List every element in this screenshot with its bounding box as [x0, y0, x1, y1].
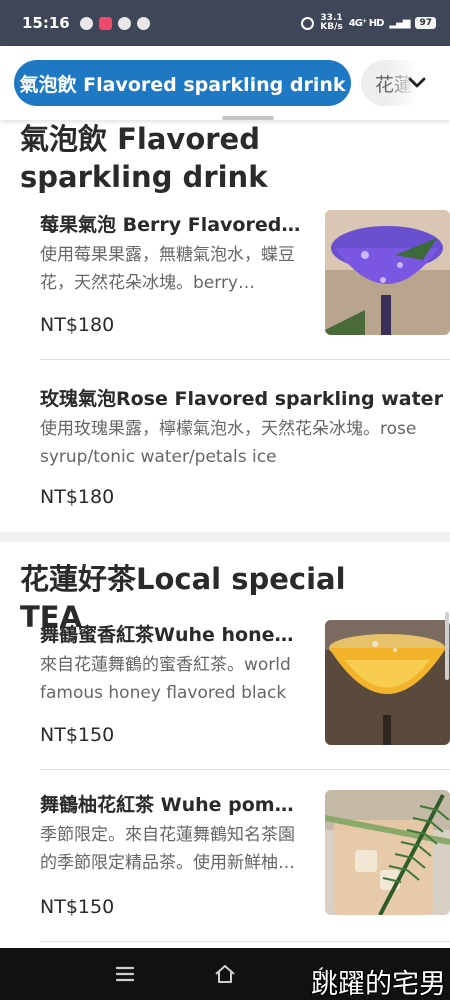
item-price: NT$180	[40, 314, 115, 336]
network-type: 4G⁺ HD	[348, 17, 385, 29]
item-description: 季節限定。來自花蓮舞鶴知名茶園的季節限定精品茶。使用新鮮柚…	[40, 825, 295, 873]
battery-level: 97	[415, 17, 436, 29]
page-scrollbar[interactable]	[445, 612, 449, 680]
item-name: 舞鶴蜜香紅茶Wuhe honey flavored black tea	[40, 624, 302, 646]
item-price: NT$180	[40, 486, 115, 508]
item-photo[interactable]	[325, 790, 450, 915]
item-name: 玫瑰氣泡Rose Flavored sparkling water	[40, 388, 443, 410]
alarm-icon	[301, 16, 315, 30]
line-icon	[79, 16, 93, 30]
item-price: NT$150	[40, 896, 115, 918]
menu-item[interactable]: 莓果氣泡 Berry Flavored sparkling water 使用莓果…	[40, 210, 450, 360]
honey-tea-image	[325, 620, 450, 745]
item-price: NT$150	[40, 724, 115, 746]
section-divider	[0, 532, 450, 542]
status-time: 15:16	[22, 14, 70, 32]
menu-item[interactable]: 舞鶴柚花紅茶 Wuhe pomelo flower black tea 季節限定…	[40, 790, 450, 942]
item-description: 使用莓果果露，無糖氣泡水，蝶豆花，天然花朵冰塊。berry…	[40, 245, 295, 293]
status-bar: 15:16 33.1 KB/s 4G⁺ HD ▂▄▆ 97	[0, 0, 450, 46]
chevron-down-icon	[408, 77, 426, 88]
facebook-icon	[136, 16, 150, 30]
pomelo-tea-image	[325, 790, 450, 915]
item-description: 來自花蓮舞鶴的蜜香紅茶。world famous honey flavored …	[40, 655, 291, 703]
watermark: 跳躍的宅男	[311, 969, 446, 1000]
item-description: 使用玫瑰果露，檸檬氣泡水，天然花朵冰塊。rose syrup/tonic wat…	[40, 419, 417, 467]
item-name: 舞鶴柚花紅茶 Wuhe pomelo flower black tea	[40, 794, 302, 816]
recent-apps-icon[interactable]	[113, 962, 137, 986]
category-tabbar: 氣泡飲 Flavored sparkling drink 花蓮好茶Local s…	[0, 46, 450, 120]
net-speed: 33.1 KB/s	[320, 14, 342, 32]
item-name: 莓果氣泡 Berry Flavored sparkling water	[40, 214, 302, 236]
berry-drink-image	[325, 210, 450, 335]
item-photo[interactable]	[325, 620, 450, 745]
menu-item[interactable]: 玫瑰氣泡Rose Flavored sparkling water 使用玫瑰果露…	[40, 384, 450, 532]
threads-icon	[117, 16, 131, 30]
expand-categories-button[interactable]	[404, 69, 430, 95]
menu-item[interactable]: 舞鶴蜜香紅茶Wuhe honey flavored black tea 來自花蓮…	[40, 620, 450, 770]
section-title-sparkling: 氣泡飲 Flavored sparkling drink	[20, 122, 268, 194]
signal-icon: ▂▄▆	[389, 17, 410, 29]
status-right: 33.1 KB/s 4G⁺ HD ▂▄▆ 97	[301, 14, 436, 32]
notification-icons	[79, 16, 150, 30]
net-speed-unit: KB/s	[320, 22, 343, 32]
section-title-tea: 花蓮好茶Local special TEA	[20, 562, 346, 634]
app-notification-icon	[98, 16, 112, 30]
home-icon[interactable]	[213, 962, 237, 986]
item-photo[interactable]	[325, 210, 450, 335]
tab-flavored-sparkling-drink[interactable]: 氣泡飲 Flavored sparkling drink	[14, 60, 351, 106]
